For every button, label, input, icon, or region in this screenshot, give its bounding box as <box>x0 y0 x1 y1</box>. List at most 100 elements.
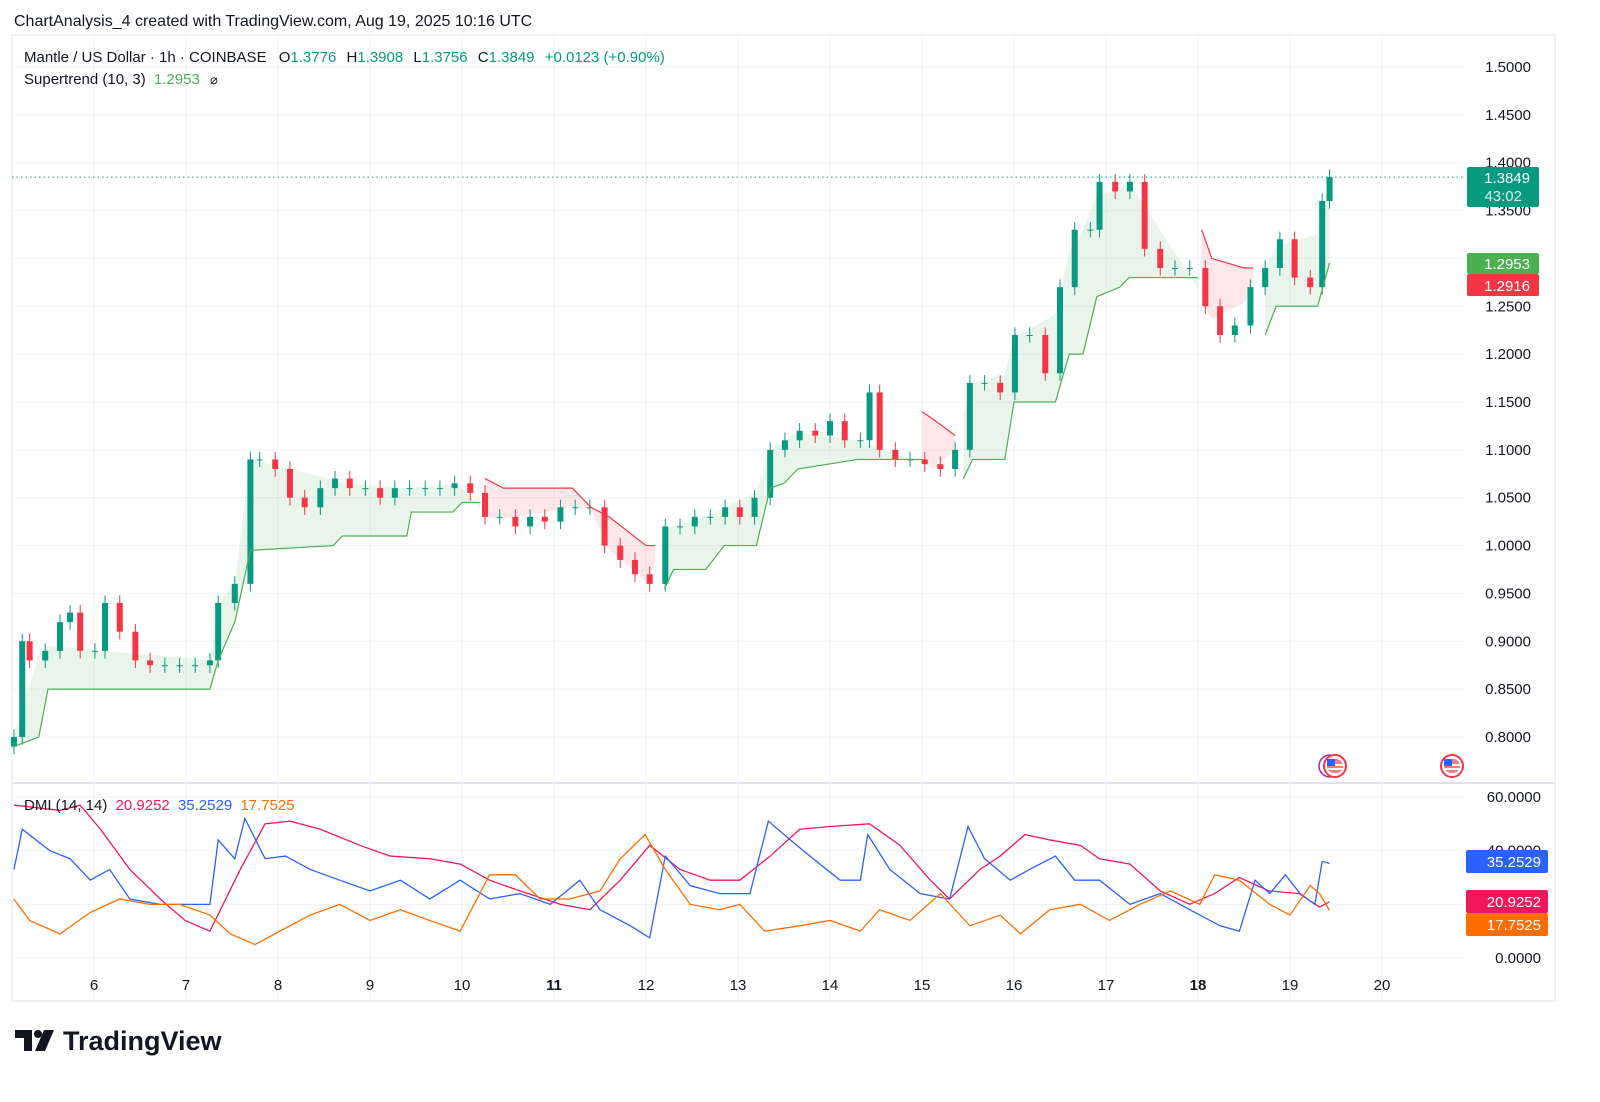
candle <box>26 633 33 669</box>
dmi-minus-text: 17.7525 <box>1487 917 1541 934</box>
dmi-minus-value: 17.7525 <box>240 797 294 814</box>
supertrend-label: Supertrend (10, 3) <box>24 71 146 88</box>
close-value: 1.3849 <box>489 49 535 66</box>
supertrend-fill-down <box>1201 229 1254 319</box>
tradingview-logo[interactable]: TradingView <box>15 1026 223 1056</box>
candle <box>662 518 669 592</box>
dmi-adx-value: 20.9252 <box>116 797 170 814</box>
dmi-y-tick-label: 60.0000 <box>1487 789 1541 806</box>
supertrend-down-text: 1.2916 <box>1484 278 1530 295</box>
open-label: O <box>279 49 291 66</box>
x-tick-label: 12 <box>638 977 655 994</box>
x-tick-label: 7 <box>182 977 190 994</box>
y-tick-label: 0.8500 <box>1485 681 1531 698</box>
y-tick-label: 0.8000 <box>1485 729 1531 746</box>
dmi-adx-text: 20.9252 <box>1487 894 1541 911</box>
supertrend-legend[interactable]: Supertrend (10, 3) 1.2953 ⌀ <box>24 71 218 88</box>
x-tick-label: 6 <box>90 977 98 994</box>
candle <box>1042 327 1049 381</box>
tradingview-chart[interactable]: ChartAnalysis_4 created with TradingView… <box>0 0 1600 1102</box>
x-tick-label: 10 <box>454 977 471 994</box>
y-tick-label: 1.2500 <box>1485 298 1531 315</box>
tradingview-logo-icon <box>15 1030 54 1051</box>
low-label: L <box>413 49 421 66</box>
tradingview-logo-text: TradingView <box>63 1026 223 1056</box>
hide-icon[interactable]: ⌀ <box>210 72 218 87</box>
y-tick-label: 1.1000 <box>1485 442 1531 459</box>
x-tick-label: 14 <box>822 977 839 994</box>
dmi-y-tick-label: 0.0000 <box>1495 950 1541 967</box>
supertrend-up-text: 1.2953 <box>1484 256 1530 273</box>
dmi-adx-tag: 20.9252 <box>1466 890 1548 913</box>
supertrend-fill-down <box>485 478 656 582</box>
high-value: 1.3908 <box>357 49 403 66</box>
time-axis[interactable]: 6 7 8 9 10 11 12 13 14 15 16 17 18 19 20 <box>90 977 1391 994</box>
x-tick-label: 13 <box>730 977 747 994</box>
y-tick-label: 1.0500 <box>1485 490 1531 507</box>
y-tick-label: 1.4500 <box>1485 107 1531 124</box>
main-legend[interactable]: Mantle / US Dollar · 1h · COINBASE O1.37… <box>24 49 665 66</box>
us-event-flag-icon[interactable] <box>1318 754 1347 778</box>
y-tick-label: 1.1500 <box>1485 394 1531 411</box>
dmi-minus-tag: 17.7525 <box>1466 913 1548 936</box>
supertrend-fill-up <box>13 459 481 747</box>
supertrend-down-tag: 1.2916 <box>1467 274 1539 296</box>
supertrend-fill-down <box>922 411 956 468</box>
dmi-adx-line <box>13 804 1330 933</box>
y-tick-label: 0.9000 <box>1485 633 1531 650</box>
supertrend-fill-up <box>664 431 922 589</box>
dmi-plus-value: 35.2529 <box>178 797 232 814</box>
symbol-label: Mantle / US Dollar · 1h · COINBASE <box>24 49 267 66</box>
last-price-tag: 1.3849 43:02 <box>1467 167 1539 207</box>
x-tick-label: 11 <box>546 977 562 994</box>
supertrend-fill-up <box>963 182 1198 479</box>
candle <box>866 384 873 448</box>
candle <box>1057 279 1063 381</box>
candle <box>966 375 973 458</box>
y-tick-label: 1.2000 <box>1485 346 1531 363</box>
candle <box>215 595 222 669</box>
candle <box>247 451 254 592</box>
candle <box>1096 174 1103 238</box>
countdown-text: 43:02 <box>1484 188 1522 205</box>
candle <box>1247 279 1254 334</box>
x-tick-label: 16 <box>1006 977 1023 994</box>
candle <box>1319 193 1326 295</box>
y-tick-label: 1.0000 <box>1485 538 1531 555</box>
high-label: H <box>346 49 357 66</box>
x-tick-label: 8 <box>274 977 282 994</box>
candle <box>1231 317 1238 343</box>
candle <box>876 384 883 458</box>
change-value: +0.0123 (+0.90%) <box>545 49 665 66</box>
candle <box>1291 231 1298 286</box>
x-tick-label: 18 <box>1190 977 1207 994</box>
dmi-lines <box>13 804 1331 946</box>
close-label: C <box>478 49 489 66</box>
x-tick-label: 9 <box>366 977 374 994</box>
dmi-legend[interactable]: DMI (14, 14) 20.9252 35.2529 17.7525 <box>24 797 295 814</box>
candle <box>77 604 84 659</box>
x-tick-label: 15 <box>914 977 931 994</box>
supertrend-value: 1.2953 <box>154 71 200 88</box>
candle <box>1202 260 1209 314</box>
candle <box>1141 174 1148 257</box>
dmi-plus-tag: 35.2529 <box>1466 850 1548 873</box>
open-value: 1.3776 <box>290 49 336 66</box>
dmi-label: DMI (14, 14) <box>24 797 107 814</box>
y-tick-label: 1.5000 <box>1485 59 1531 76</box>
us-event-flag-icon[interactable] <box>1440 754 1464 778</box>
x-tick-label: 17 <box>1098 977 1115 994</box>
y-tick-label: 0.9500 <box>1485 585 1531 602</box>
dmi-plus-text: 35.2529 <box>1487 854 1541 871</box>
candle <box>1071 222 1078 295</box>
candle <box>892 442 899 468</box>
candle <box>601 499 608 554</box>
candle <box>19 633 26 745</box>
x-tick-label: 19 <box>1282 977 1299 994</box>
candle <box>116 595 123 640</box>
low-value: 1.3756 <box>422 49 468 66</box>
x-tick-label: 20 <box>1374 977 1391 994</box>
chart-header: ChartAnalysis_4 created with TradingView… <box>14 13 532 30</box>
last-price-text: 1.3849 <box>1484 170 1530 187</box>
candle <box>102 595 109 659</box>
